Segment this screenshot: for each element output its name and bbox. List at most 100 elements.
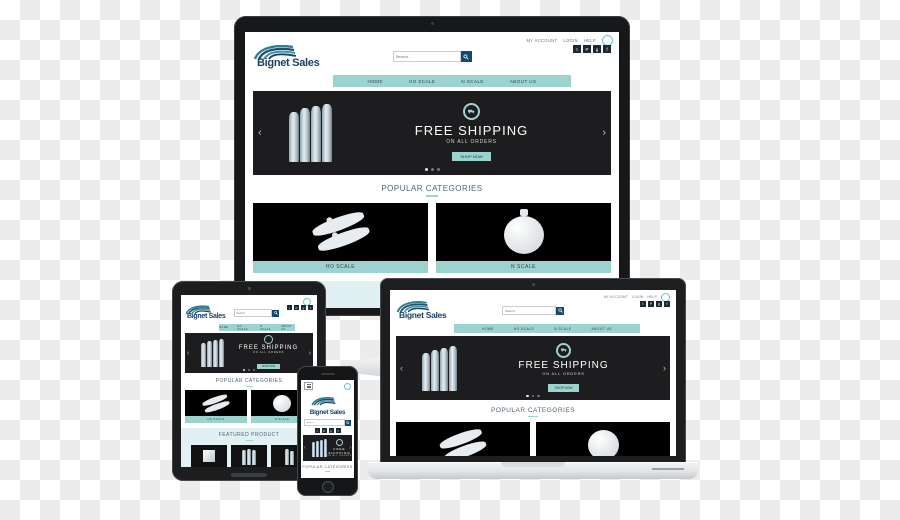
phone-screen: Bignet Sales t P g f bbox=[301, 380, 354, 478]
site-logo-tablet[interactable]: Bignet Sales bbox=[185, 305, 234, 320]
nav-item-about-us-tablet[interactable]: ABOUT US bbox=[281, 325, 295, 331]
website-desktop: MY ACCOUNT LOGIN HELP Bignet Sales Searc… bbox=[245, 32, 619, 308]
cart-icon[interactable] bbox=[602, 34, 613, 46]
category-card-ho-scale[interactable]: HO SCALE bbox=[253, 202, 428, 273]
chevron-right-icon-tablet[interactable]: › bbox=[309, 350, 311, 357]
pinterest-icon[interactable]: P bbox=[583, 45, 591, 53]
responsive-devices-mockup: MY ACCOUNT LOGIN HELP Bignet Sales Searc… bbox=[0, 0, 900, 520]
twitter-icon-mobile[interactable]: t bbox=[314, 428, 320, 433]
facebook-icon[interactable]: f bbox=[603, 45, 611, 53]
login-link-laptop[interactable]: LOGIN bbox=[632, 295, 643, 299]
site-logo-mobile[interactable]: Bignet Sales bbox=[301, 392, 354, 418]
nav-item-ho-scale[interactable]: HO SCALE bbox=[409, 79, 435, 84]
carousel-dot-2-tablet[interactable] bbox=[248, 369, 250, 371]
facebook-icon-mobile[interactable]: f bbox=[335, 428, 341, 433]
search-input-laptop[interactable] bbox=[502, 306, 556, 315]
site-header-tablet: Bignet Sales Search... t P g f bbox=[181, 305, 317, 324]
nav-item-about-us-laptop[interactable]: ABOUT US bbox=[591, 327, 611, 331]
category-card-ho-scale-laptop[interactable]: HO SCALE bbox=[396, 422, 530, 456]
shop-now-button[interactable]: SHOP NOW bbox=[452, 152, 491, 161]
mobile-topbar bbox=[301, 380, 354, 392]
search-button-tablet[interactable] bbox=[272, 309, 280, 317]
section-title-categories-mobile: POPULAR CATEGORIES bbox=[302, 465, 353, 469]
twitter-icon-tablet[interactable]: t bbox=[287, 305, 292, 310]
nav-item-ho-scale-laptop[interactable]: HO SCALE bbox=[514, 327, 534, 331]
carousel-dots bbox=[253, 168, 611, 171]
twitter-icon[interactable]: t bbox=[573, 45, 581, 53]
hero-carousel-laptop[interactable]: ‹ FREE SHIPPING ON ALL ORDERS SHOP NOW › bbox=[396, 336, 670, 400]
site-logo[interactable]: Bignet Sales bbox=[253, 45, 345, 69]
hamburger-menu-icon[interactable] bbox=[304, 382, 313, 390]
nav-item-ho-scale-tablet[interactable]: HO SCALE bbox=[237, 325, 251, 331]
my-account-link[interactable]: MY ACCOUNT bbox=[526, 38, 557, 43]
nav-item-home-tablet[interactable]: HOME bbox=[219, 326, 228, 329]
site-logo-laptop[interactable]: Bignet Sales bbox=[396, 301, 464, 320]
facebook-icon-laptop[interactable]: f bbox=[664, 301, 670, 307]
my-account-link-laptop[interactable]: MY ACCOUNT bbox=[604, 295, 628, 299]
twitter-icon-laptop[interactable]: t bbox=[640, 301, 646, 307]
laptop-screen: MY ACCOUNT LOGIN HELP Bignet Sales Searc… bbox=[390, 290, 676, 456]
shop-now-button-tablet[interactable]: SHOP NOW bbox=[256, 363, 281, 369]
nav-item-n-scale-tablet[interactable]: N SCALE bbox=[260, 325, 272, 331]
carousel-dot-1-tablet[interactable] bbox=[243, 369, 245, 371]
category-card-n-scale[interactable]: N SCALE bbox=[436, 202, 611, 273]
search-button-mobile[interactable] bbox=[345, 419, 351, 426]
brand-name-tablet: Bignet Sales bbox=[187, 313, 226, 320]
nav-item-n-scale-laptop[interactable]: N SCALE bbox=[554, 327, 571, 331]
chevron-right-icon[interactable]: › bbox=[602, 127, 606, 139]
chevron-left-icon-mobile[interactable]: ‹ bbox=[304, 445, 306, 451]
category-card-n-scale-laptop[interactable]: N SCALE bbox=[536, 422, 670, 456]
hero-subtitle-laptop: ON ALL ORDERS bbox=[542, 370, 585, 376]
product-card-1[interactable]: Distillation Column Unit $4.99 bbox=[191, 445, 227, 467]
hero-product-image-laptop bbox=[422, 345, 457, 391]
category-image-ho-scale-laptop bbox=[396, 422, 530, 456]
hero-carousel-tablet[interactable]: ‹ FREE SHIPPING ON ALL ORDERS SHOP NOW › bbox=[185, 333, 313, 373]
googleplus-icon[interactable]: g bbox=[593, 45, 601, 53]
search-button-laptop[interactable] bbox=[556, 306, 564, 315]
pinterest-icon-laptop[interactable]: P bbox=[648, 301, 654, 307]
search-box-mobile bbox=[304, 419, 351, 426]
phone-home-button[interactable] bbox=[321, 481, 334, 493]
carousel-dot-2[interactable] bbox=[430, 168, 434, 171]
nav-item-home-laptop[interactable]: HOME bbox=[482, 327, 494, 331]
hero-product-image bbox=[289, 104, 332, 162]
carousel-dot-2-laptop[interactable] bbox=[531, 394, 535, 397]
shop-now-button-laptop[interactable]: SHOP NOW bbox=[547, 383, 580, 392]
hero-carousel[interactable]: ‹ FREE SHIPPING ON ALL ORDERS SHOP NOW › bbox=[253, 91, 611, 175]
tablet-home-button[interactable] bbox=[231, 473, 267, 477]
chevron-right-icon-mobile[interactable]: › bbox=[349, 445, 351, 451]
carousel-dot-3-tablet[interactable] bbox=[253, 369, 255, 371]
carousel-dot-1[interactable] bbox=[424, 168, 428, 171]
login-link[interactable]: LOGIN bbox=[563, 38, 578, 43]
pinterest-icon-mobile[interactable]: P bbox=[321, 428, 327, 433]
googleplus-icon-tablet[interactable]: g bbox=[301, 305, 306, 310]
help-link[interactable]: HELP bbox=[584, 38, 596, 43]
nav-item-n-scale[interactable]: N SCALE bbox=[461, 79, 483, 84]
nav-item-home[interactable]: HOME bbox=[368, 79, 383, 84]
main-nav-tablet: HOME HO SCALE N SCALE ABOUT US bbox=[219, 324, 295, 331]
search-button[interactable] bbox=[460, 51, 472, 62]
chevron-left-icon-laptop[interactable]: ‹ bbox=[400, 363, 403, 373]
carousel-dot-3[interactable] bbox=[436, 168, 440, 171]
hero-carousel-mobile[interactable]: ‹ FREE SHIPPING ON ALL ORDERS › bbox=[303, 435, 352, 461]
product-card-2[interactable]: Plastic Pellet Silos $20.99 bbox=[231, 445, 267, 467]
googleplus-icon-laptop[interactable]: g bbox=[656, 301, 662, 307]
monitor-screen: MY ACCOUNT LOGIN HELP Bignet Sales Searc… bbox=[245, 32, 619, 308]
facebook-icon-tablet[interactable]: f bbox=[308, 305, 313, 310]
search-input-mobile[interactable] bbox=[304, 419, 345, 426]
category-card-ho-scale-tablet[interactable]: HO SCALE bbox=[185, 390, 247, 423]
carousel-dot-1-laptop[interactable] bbox=[526, 394, 529, 397]
googleplus-icon-mobile[interactable]: g bbox=[328, 428, 334, 433]
search-input[interactable] bbox=[392, 51, 461, 62]
chevron-left-icon[interactable]: ‹ bbox=[258, 127, 262, 139]
chevron-left-icon-tablet[interactable]: ‹ bbox=[187, 350, 189, 357]
social-links: t P g f bbox=[573, 45, 611, 53]
site-header-laptop: Bignet Sales Search... t P g f bbox=[390, 301, 676, 324]
nav-item-about-us[interactable]: ABOUT US bbox=[510, 79, 537, 84]
search-input-tablet[interactable] bbox=[234, 309, 273, 317]
help-link-laptop[interactable]: HELP bbox=[647, 295, 657, 299]
carousel-dot-3-laptop[interactable] bbox=[537, 394, 540, 397]
cart-icon-mobile[interactable] bbox=[344, 382, 351, 390]
pinterest-icon-tablet[interactable]: P bbox=[294, 305, 299, 310]
chevron-right-icon-laptop[interactable]: › bbox=[663, 363, 666, 373]
